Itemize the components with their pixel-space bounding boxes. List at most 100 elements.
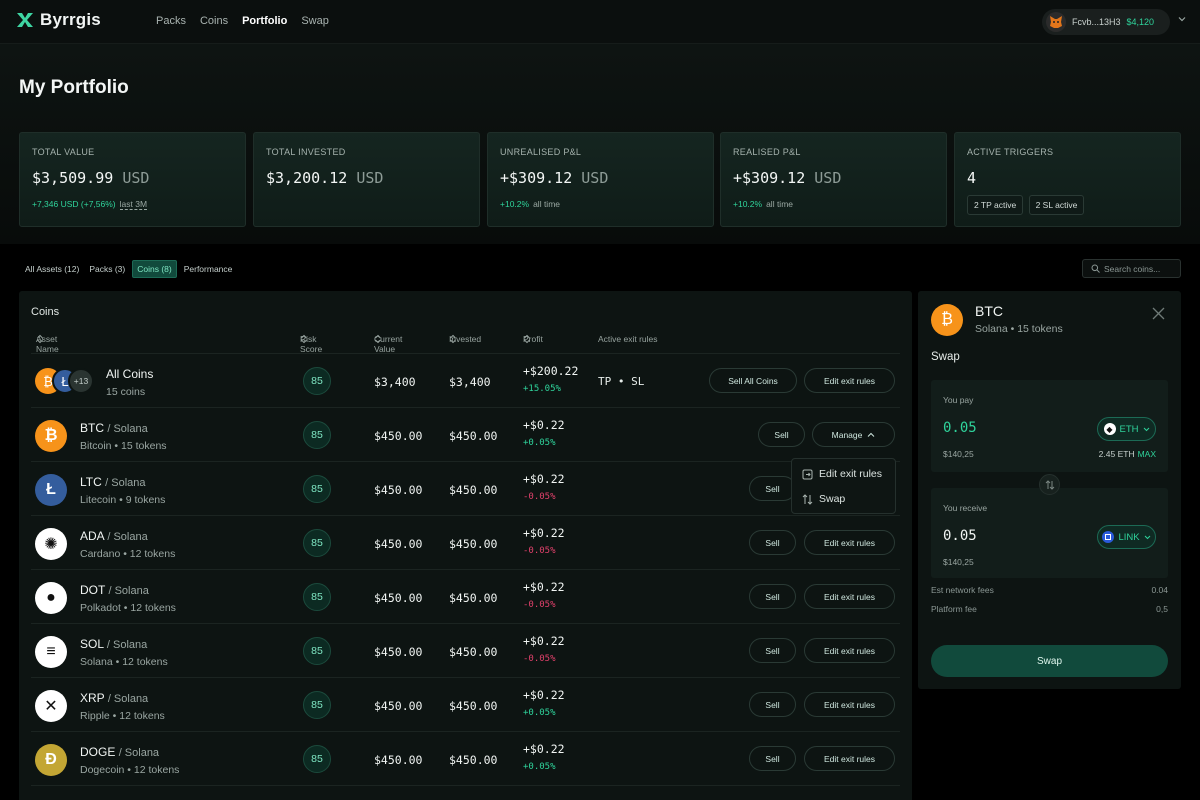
close-icon[interactable] <box>1152 307 1165 320</box>
pay-amount-input[interactable]: 0.05 <box>943 420 977 436</box>
sell-button[interactable]: Sell <box>758 422 805 447</box>
chevron-down-icon[interactable] <box>1178 15 1186 23</box>
edit-exit-rules-button[interactable]: Edit exit rules <box>804 746 895 771</box>
you-pay-label: You pay <box>943 395 974 405</box>
ltc-coin-icon: Ł <box>35 474 67 506</box>
table-row: ≡ SOL / Solana Solana • 12 tokens 85 $450.00… <box>19 624 912 678</box>
sell-button[interactable]: Sell <box>749 638 796 663</box>
edit-exit-rules-button[interactable]: Edit exit rules <box>804 638 895 663</box>
selected-coin-subtitle: Solana • 15 tokens <box>975 323 1063 335</box>
invested-value: $450.00 <box>449 591 498 605</box>
table-row: ✺ ADA / Solana Cardano • 12 tokens 85 $450.0… <box>19 516 912 570</box>
chevron-up-icon <box>868 432 875 437</box>
tab-all-assets[interactable]: All Assets (12) <box>22 260 82 278</box>
current-value: $450.00 <box>374 483 423 497</box>
asset-name: BTC / Solana <box>80 421 148 435</box>
sell-button[interactable]: Sell <box>749 746 796 771</box>
max-button[interactable]: MAX <box>1138 449 1156 459</box>
header-invested[interactable]: Invested <box>449 334 481 344</box>
asset-sub: Bitcoin • 15 tokens <box>80 440 167 452</box>
profit-value: +$200.22 <box>523 364 579 378</box>
asset-sub: Solana • 12 tokens <box>80 656 168 668</box>
asset-sub: Polkadot • 12 tokens <box>80 602 176 614</box>
menu-item-swap[interactable]: Swap <box>802 493 845 505</box>
swap-arrows-icon <box>1045 479 1054 490</box>
manage-button[interactable]: Manage <box>812 422 895 447</box>
ethereum-icon: ◆ <box>1103 423 1116 435</box>
current-value: $450.00 <box>374 699 423 713</box>
swap-title: Swap <box>931 351 960 363</box>
tab-coins[interactable]: Coins (8) <box>132 260 177 278</box>
sell-button[interactable]: Sell <box>749 530 796 555</box>
asset-name: XRP / Solana <box>80 691 149 705</box>
edit-exit-rules-button[interactable]: Edit exit rules <box>804 530 895 555</box>
tp-active-badge: 2 TP active <box>967 195 1024 215</box>
table-row: Ð DOGE / Solana Dogecoin • 12 tokens 85 $450… <box>19 732 912 786</box>
page-title: My Portfolio <box>19 77 129 98</box>
header-current-value[interactable]: Current Value <box>374 334 402 354</box>
more-coins-badge: +13 <box>68 368 94 394</box>
dot-coin-icon: ● <box>35 582 67 614</box>
stat-label: REALISED P&L <box>733 147 801 157</box>
profit-percent: +15.05% <box>523 384 561 394</box>
nav-coins[interactable]: Coins <box>200 15 228 27</box>
stat-label: UNREALISED P&L <box>500 147 582 157</box>
pay-token-select[interactable]: ◆ ETH <box>1097 417 1156 441</box>
search-input[interactable]: Search coins... <box>1082 259 1181 278</box>
edit-exit-rules-button[interactable]: Edit exit rules <box>804 584 895 609</box>
sell-button[interactable]: Sell <box>749 476 796 501</box>
edit-exit-rules-button[interactable]: Edit exit rules <box>804 692 895 717</box>
you-receive-label: You receive <box>943 503 988 513</box>
stat-active-triggers: ACTIVE TRIGGERS 4 2 TP active 2 SL activ… <box>954 132 1181 227</box>
table-row: ● DOT / Solana Polkadot • 12 tokens 85 $450.… <box>19 570 912 624</box>
header-risk-score[interactable]: Risk Score <box>300 334 322 354</box>
swap-direction-button[interactable] <box>1039 474 1060 495</box>
header-exit-rules: Active exit rules <box>598 334 658 344</box>
sell-button[interactable]: Sell <box>749 692 796 717</box>
selected-coin-symbol: BTC <box>975 303 1003 319</box>
swap-button[interactable]: Swap <box>931 645 1168 677</box>
stat-change: +10.2% all time <box>500 199 561 209</box>
wallet-address: Fcvb...13H3 <box>1072 17 1121 27</box>
profit-percent: +0.05% <box>523 438 556 448</box>
table-row: ✕ XRP / Solana Ripple • 12 tokens 85 $450.00… <box>19 678 912 732</box>
tab-packs[interactable]: Packs (3) <box>86 260 128 278</box>
edit-rules-icon <box>802 469 813 479</box>
asset-sub: Ripple • 12 tokens <box>80 710 165 722</box>
stat-change: +7,346 USD (+7,56%) last 3M <box>32 199 148 210</box>
edit-exit-rules-button[interactable]: Edit exit rules <box>804 368 895 393</box>
wallet-button[interactable]: Fcvb...13H3 $4,120 <box>1042 9 1170 35</box>
top-nav-bar: Byrrgis Packs Coins Portfolio Swap Fcvb.… <box>0 0 1200 44</box>
brand-logo[interactable]: Byrrgis <box>16 10 101 30</box>
header-asset-name[interactable]: Asset Name <box>36 334 59 354</box>
nav-portfolio[interactable]: Portfolio <box>242 15 287 27</box>
sell-all-coins-button[interactable]: Sell All Coins <box>709 368 797 393</box>
asset-name: DOGE / Solana <box>80 745 160 759</box>
stat-total-invested: TOTAL INVESTED $3,200.12 USD <box>253 132 480 227</box>
bitcoin-icon: ₿ <box>931 304 963 336</box>
profit-value: +$0.22 <box>523 418 565 432</box>
btc-coin-icon: ₿ <box>35 420 67 452</box>
menu-item-edit-exit-rules[interactable]: Edit exit rules <box>802 468 882 480</box>
search-placeholder: Search coins... <box>1104 263 1161 274</box>
nav-packs[interactable]: Packs <box>156 15 186 27</box>
main-nav: Packs Coins Portfolio Swap <box>156 15 329 27</box>
asset-name: LTC / Solana <box>80 475 146 489</box>
header-profit[interactable]: Profit <box>523 334 543 344</box>
tab-performance[interactable]: Performance <box>181 260 236 278</box>
risk-score-badge: 85 <box>303 691 331 719</box>
profit-value: +$0.22 <box>523 526 565 540</box>
swap-arrows-icon <box>802 493 813 505</box>
ada-coin-icon: ✺ <box>35 528 67 560</box>
asset-name: ADA / Solana <box>80 529 148 543</box>
invested-value: $450.00 <box>449 429 498 443</box>
table-header: Asset Name Risk Score Current Value Inve… <box>19 334 912 354</box>
period-selector[interactable]: last 3M <box>119 199 148 210</box>
sol-coin-icon: ≡ <box>35 636 67 668</box>
nav-swap[interactable]: Swap <box>301 15 329 27</box>
stat-change: +10.2% all time <box>733 199 794 209</box>
sell-button[interactable]: Sell <box>749 584 796 609</box>
receive-token-select[interactable]: LINK <box>1097 525 1156 549</box>
stat-realised-pnl: REALISED P&L +$309.12 USD +10.2% all time <box>720 132 947 227</box>
receive-amount: 0.05 <box>943 528 977 544</box>
